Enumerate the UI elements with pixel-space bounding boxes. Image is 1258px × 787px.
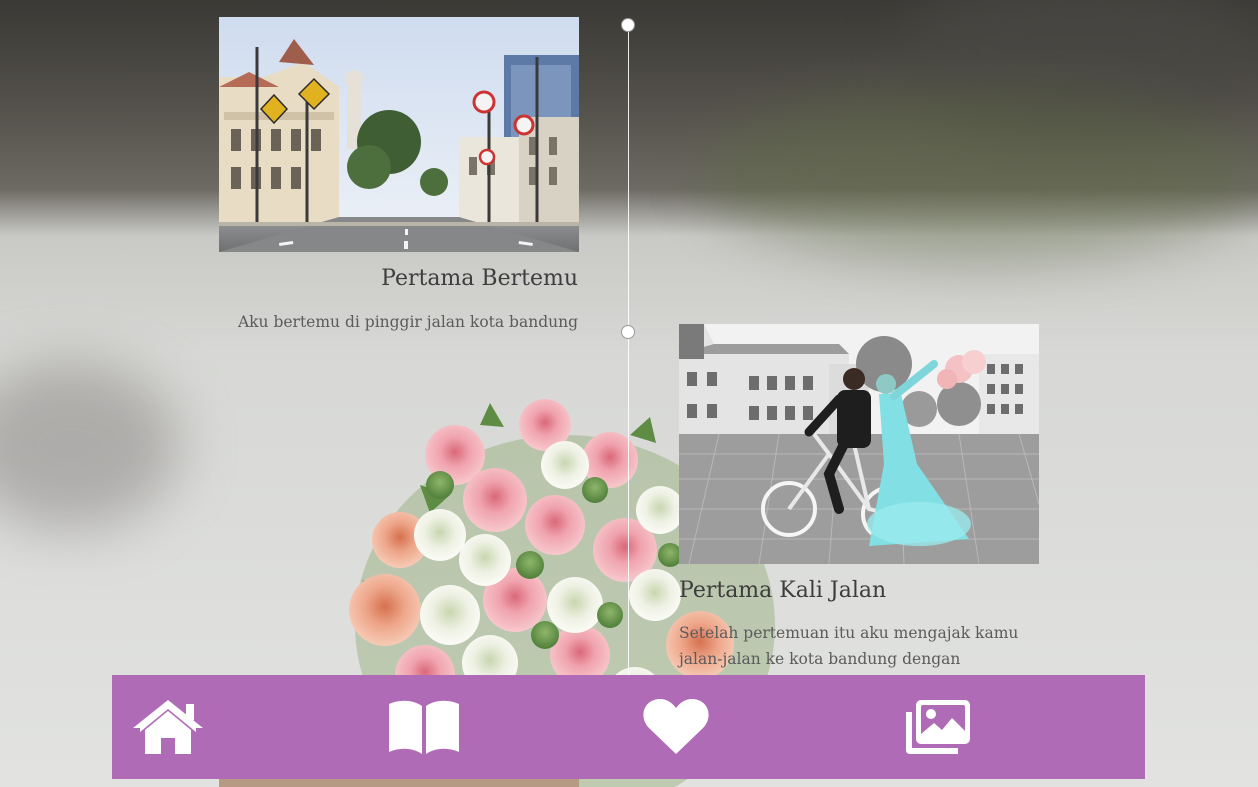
timeline-line: [628, 26, 629, 696]
timeline-item-title: Pertama Kali Jalan: [679, 578, 887, 603]
city-street-photo: [219, 17, 579, 252]
home-icon: [133, 700, 203, 754]
next-timeline-photo: [219, 778, 579, 787]
timeline-dot: [621, 18, 635, 32]
couple-bicycle-photo: [679, 324, 1039, 564]
images-icon: [906, 700, 970, 754]
nav-gallery-button[interactable]: [895, 695, 975, 759]
nav-story-button[interactable]: [384, 695, 464, 759]
book-open-icon: [389, 700, 459, 754]
nav-home-button[interactable]: [128, 695, 208, 759]
background-blur-left: [0, 360, 180, 530]
bottom-nav-bar: [112, 675, 1145, 779]
nav-love-button[interactable]: [636, 695, 716, 759]
timeline-dot: [621, 325, 635, 339]
timeline-item-description: Setelah pertemuan itu aku mengajak kamu …: [679, 624, 1019, 668]
page-background: Pertama Bertemu Aku bertemu di pinggir j…: [0, 0, 1258, 787]
timeline-item-title: Pertama Bertemu: [381, 266, 578, 291]
timeline-item-description: Aku bertemu di pinggir jalan kota bandun…: [237, 313, 578, 331]
background-blur-grass: [700, 90, 1258, 260]
heart-icon: [643, 698, 709, 754]
